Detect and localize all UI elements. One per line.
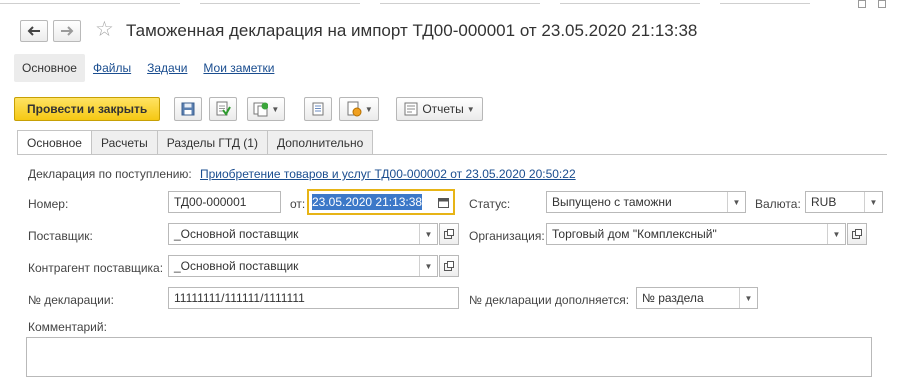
receipt-document-link[interactable]: Приобретение товаров и услуг ТД00-000002… bbox=[200, 167, 576, 181]
strip-segment bbox=[560, 0, 700, 4]
contractor-label: Контрагент поставщика: bbox=[28, 261, 164, 275]
command-bar: Провести и закрыть ▼ ▼ Отчеты ▼ bbox=[14, 96, 490, 122]
declaration-number-value: 11111111/111111/1111111 bbox=[174, 291, 305, 305]
reports-label: Отчеты bbox=[422, 102, 464, 116]
tab-calculations[interactable]: Расчеты bbox=[90, 130, 157, 155]
open-contractor-button[interactable] bbox=[439, 255, 459, 277]
create-based-on-icon bbox=[253, 102, 269, 117]
currency-value: RUB bbox=[811, 195, 837, 209]
chevron-down-icon[interactable]: ▼ bbox=[727, 192, 745, 212]
page-title: Таможенная декларация на импорт ТД00-000… bbox=[126, 21, 698, 40]
tab-divider bbox=[17, 154, 887, 155]
organization-select[interactable]: Торговый дом "Комплексный" ▼ bbox=[546, 223, 846, 245]
declaration-number-input[interactable]: 11111111/111111/1111111 bbox=[168, 287, 459, 309]
date-input[interactable]: 23.05.2020 21:13:38 bbox=[307, 189, 455, 215]
floppy-disk-icon bbox=[181, 102, 195, 116]
form-tabs: Основное Расчеты Разделы ГТД (1) Дополни… bbox=[17, 130, 374, 155]
receipt-label: Декларация по поступлению: bbox=[28, 167, 192, 181]
forward-button[interactable] bbox=[53, 20, 81, 42]
declaration-supplement-value: № раздела bbox=[642, 291, 704, 305]
section-tasks[interactable]: Задачи bbox=[139, 54, 195, 82]
date-value: 23.05.2020 21:13:38 bbox=[312, 194, 423, 210]
save-button[interactable] bbox=[174, 97, 203, 121]
chevron-down-icon[interactable]: ▼ bbox=[419, 256, 437, 276]
comment-label: Комментарий: bbox=[28, 320, 107, 334]
chevron-down-icon[interactable]: ▼ bbox=[419, 224, 437, 244]
reports-button[interactable]: Отчеты ▼ bbox=[396, 97, 483, 121]
open-supplier-button[interactable] bbox=[439, 223, 459, 245]
document-list-icon bbox=[312, 102, 324, 116]
tab-additional[interactable]: Дополнительно bbox=[266, 130, 374, 155]
back-button[interactable] bbox=[20, 20, 48, 42]
favorite-star-icon[interactable]: ☆ bbox=[95, 18, 114, 42]
section-main[interactable]: Основное bbox=[14, 54, 85, 82]
declaration-supplement-label: № декларации дополняется: bbox=[469, 293, 630, 307]
currency-label: Валюта: bbox=[755, 197, 801, 211]
status-label: Статус: bbox=[469, 197, 511, 211]
window-top-strip bbox=[0, 0, 900, 8]
number-label: Номер: bbox=[28, 197, 69, 211]
open-link-icon bbox=[852, 229, 862, 239]
comment-textarea[interactable] bbox=[26, 337, 872, 377]
window-button[interactable] bbox=[858, 0, 866, 8]
strip-segment bbox=[380, 0, 540, 4]
open-link-icon bbox=[444, 261, 454, 271]
chevron-down-icon: ▼ bbox=[364, 104, 373, 114]
contractor-select[interactable]: _Основной поставщик ▼ bbox=[168, 255, 438, 277]
post-document-icon bbox=[216, 101, 232, 116]
structure-button[interactable] bbox=[304, 97, 333, 121]
strip-segment bbox=[720, 0, 810, 4]
section-notes[interactable]: Мои заметки bbox=[195, 54, 282, 82]
arrow-left-icon bbox=[27, 26, 40, 36]
create-based-on-button[interactable]: ▼ bbox=[247, 97, 286, 121]
date-label: от: bbox=[290, 197, 306, 211]
open-organization-button[interactable] bbox=[847, 223, 867, 245]
strip-segment bbox=[200, 0, 360, 4]
organization-label: Организация: bbox=[469, 229, 545, 243]
strip-segment bbox=[0, 0, 180, 4]
open-link-icon bbox=[444, 229, 454, 239]
print-document-icon bbox=[347, 101, 362, 117]
status-select[interactable]: Выпущено с таможни ▼ bbox=[546, 191, 746, 213]
section-panel: Основное Файлы Задачи Мои заметки bbox=[14, 53, 282, 83]
arrow-right-icon bbox=[61, 26, 74, 36]
post-and-close-button[interactable]: Провести и закрыть bbox=[14, 97, 161, 121]
status-value: Выпущено с таможни bbox=[552, 195, 672, 209]
chevron-down-icon[interactable]: ▼ bbox=[827, 224, 845, 244]
number-input[interactable]: ТД00-000001 bbox=[168, 191, 281, 213]
chevron-down-icon: ▼ bbox=[271, 104, 280, 114]
supplier-select[interactable]: _Основной поставщик ▼ bbox=[168, 223, 438, 245]
print-menu-button[interactable]: ▼ bbox=[339, 97, 380, 121]
chevron-down-icon[interactable]: ▼ bbox=[739, 288, 757, 308]
declaration-supplement-select[interactable]: № раздела ▼ bbox=[636, 287, 758, 309]
contractor-value: _Основной поставщик bbox=[174, 259, 299, 273]
organization-value: Торговый дом "Комплексный" bbox=[552, 227, 717, 241]
chevron-down-icon[interactable]: ▼ bbox=[864, 192, 882, 212]
tab-main[interactable]: Основное bbox=[17, 130, 91, 155]
chevron-down-icon: ▼ bbox=[466, 104, 475, 114]
calendar-icon[interactable] bbox=[433, 192, 453, 212]
supplier-value: _Основной поставщик bbox=[174, 227, 299, 241]
post-button[interactable] bbox=[209, 97, 238, 121]
window-button[interactable] bbox=[878, 0, 886, 8]
supplier-label: Поставщик: bbox=[28, 229, 93, 243]
tab-gtd-sections[interactable]: Разделы ГТД (1) bbox=[156, 130, 267, 155]
report-icon bbox=[404, 102, 418, 116]
section-files[interactable]: Файлы bbox=[85, 54, 139, 82]
number-value: ТД00-000001 bbox=[174, 195, 247, 209]
declaration-number-label: № декларации: bbox=[28, 293, 114, 307]
currency-select[interactable]: RUB ▼ bbox=[805, 191, 883, 213]
